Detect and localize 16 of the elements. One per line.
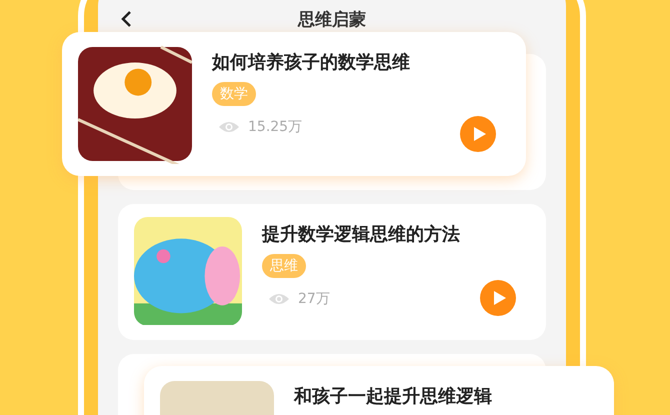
view-count: 27万 — [298, 290, 330, 308]
card-title: 和孩子一起提升思维逻辑 — [294, 385, 492, 408]
play-button[interactable] — [480, 280, 516, 316]
play-button[interactable] — [460, 116, 496, 152]
card-title: 提升数学逻辑思维的方法 — [262, 223, 460, 246]
video-card[interactable]: 如何培养孩子的数学思维 数学 15.25万 — [62, 32, 526, 176]
video-card[interactable]: 和孩子一起提升思维逻辑 — [144, 366, 614, 415]
page-title: 思维启蒙 — [298, 8, 366, 30]
category-tag: 思维 — [262, 254, 306, 278]
eye-icon — [218, 120, 240, 134]
eye-icon — [268, 292, 290, 306]
video-card[interactable]: 提升数学逻辑思维的方法 思维 27万 — [118, 204, 546, 340]
card-title: 如何培养孩子的数学思维 — [212, 51, 410, 74]
category-tag: 数学 — [212, 82, 256, 106]
back-icon[interactable] — [120, 10, 132, 28]
view-count: 15.25万 — [248, 118, 302, 136]
